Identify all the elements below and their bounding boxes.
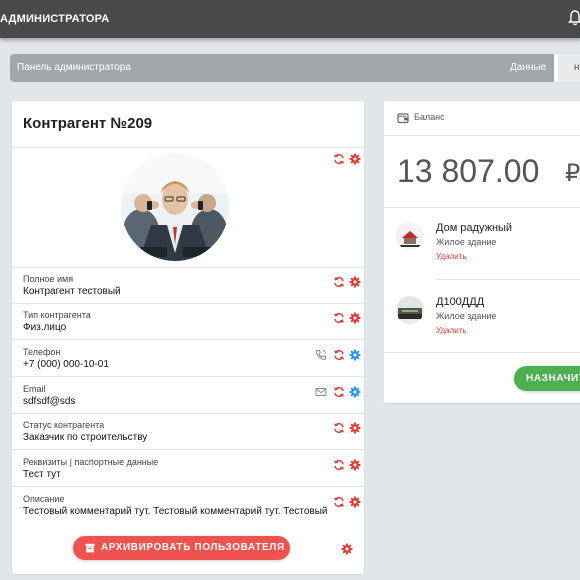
list-item: Д100ДДД Жилое здание Удалить — [384, 296, 580, 356]
gear-icon[interactable] — [349, 459, 361, 471]
breadcrumb-data[interactable]: Данные — [510, 54, 546, 82]
app-title: АДМИНИСТРАТОРА — [0, 13, 110, 25]
archive-icon — [85, 543, 95, 553]
divider — [12, 486, 364, 487]
divider — [384, 352, 580, 353]
property-name: Дом радужный — [436, 222, 513, 234]
refresh-icon[interactable] — [333, 386, 345, 398]
field-label: Реквизиты | паспортные данные — [23, 457, 159, 467]
field-value: sdfsdf@sds — [23, 396, 76, 407]
field-label: Описание — [23, 494, 65, 504]
avatar — [121, 153, 229, 261]
breadcrumb-current: на р — [558, 54, 580, 82]
gear-icon[interactable] — [341, 543, 353, 555]
gear-icon[interactable] — [349, 312, 361, 324]
list-item: Дом радужный Жилое здание Удалить — [384, 222, 580, 282]
breadcrumb-admin-panel[interactable]: Панель администратора — [17, 54, 131, 82]
field-value: +7 (000) 000-10-01 — [23, 359, 109, 370]
field-value: Заказчик по строительству — [23, 432, 148, 443]
wallet-icon — [397, 112, 409, 124]
property-name: Д100ДДД — [436, 296, 485, 308]
field-value: Контрагент тестовый — [23, 286, 121, 297]
property-thumbnail — [396, 296, 424, 324]
divider — [12, 303, 364, 304]
page-title: Контрагент №209 — [23, 115, 153, 132]
property-type: Жилое здание — [436, 237, 497, 247]
assign-button[interactable]: НАЗНАЧИТЬ — [514, 366, 580, 391]
refresh-icon[interactable] — [333, 422, 345, 434]
gear-icon[interactable] — [349, 153, 361, 165]
archive-user-label: АРХИВИРОВАТЬ ПОЛЬЗОВАТЕЛЯ — [101, 542, 285, 553]
gear-icon[interactable] — [349, 349, 361, 361]
property-type: Жилое здание — [436, 311, 497, 321]
field-value: Физ.лицо — [23, 322, 67, 333]
balance-amount: 13 807.00 — [397, 153, 540, 189]
property-thumbnail — [396, 222, 424, 250]
gear-icon[interactable] — [349, 422, 361, 434]
gear-icon[interactable] — [349, 496, 361, 508]
breadcrumb: Панель администратора Данные на р — [10, 54, 580, 82]
refresh-icon[interactable] — [333, 459, 345, 471]
archive-user-button[interactable]: АРХИВИРОВАТЬ ПОЛЬЗОВАТЕЛЯ — [73, 536, 290, 560]
field-label: Полное имя — [23, 274, 74, 284]
field-value: Тест тут — [23, 469, 61, 480]
refresh-icon[interactable] — [333, 153, 345, 165]
gear-icon[interactable] — [349, 276, 361, 288]
mail-icon[interactable] — [315, 386, 327, 398]
field-label: Тип контрагента — [23, 310, 91, 320]
divider — [12, 376, 364, 377]
gear-icon[interactable] — [349, 386, 361, 398]
balance-card: Баланс 13 807.00 ₽ Дом радужный Жилое зд… — [384, 101, 580, 403]
top-bar: АДМИНИСТРАТОРА — [0, 0, 580, 38]
contractor-card: Контрагент №209 Полное имя Контрагент те… — [12, 101, 364, 574]
divider — [12, 339, 364, 340]
divider — [384, 207, 580, 208]
divider — [384, 135, 580, 136]
currency-symbol: ₽ — [565, 160, 580, 187]
field-label: Email — [23, 384, 46, 394]
field-label: Статус контрагента — [23, 420, 105, 430]
bell-icon[interactable] — [568, 10, 580, 26]
divider — [12, 449, 364, 450]
field-label: Телефон — [23, 347, 61, 357]
phone-icon[interactable] — [315, 349, 327, 361]
refresh-icon[interactable] — [333, 312, 345, 324]
delete-link[interactable]: Удалить — [436, 252, 467, 261]
refresh-icon[interactable] — [333, 349, 345, 361]
divider — [12, 413, 364, 414]
refresh-icon[interactable] — [333, 496, 345, 508]
divider — [436, 279, 580, 280]
balance-title: Баланс — [414, 112, 445, 122]
divider — [12, 147, 364, 148]
divider — [12, 267, 364, 268]
field-value: Тестовый комментарий тут. Тестовый комме… — [23, 506, 327, 517]
refresh-icon[interactable] — [333, 276, 345, 288]
delete-link[interactable]: Удалить — [436, 326, 467, 335]
